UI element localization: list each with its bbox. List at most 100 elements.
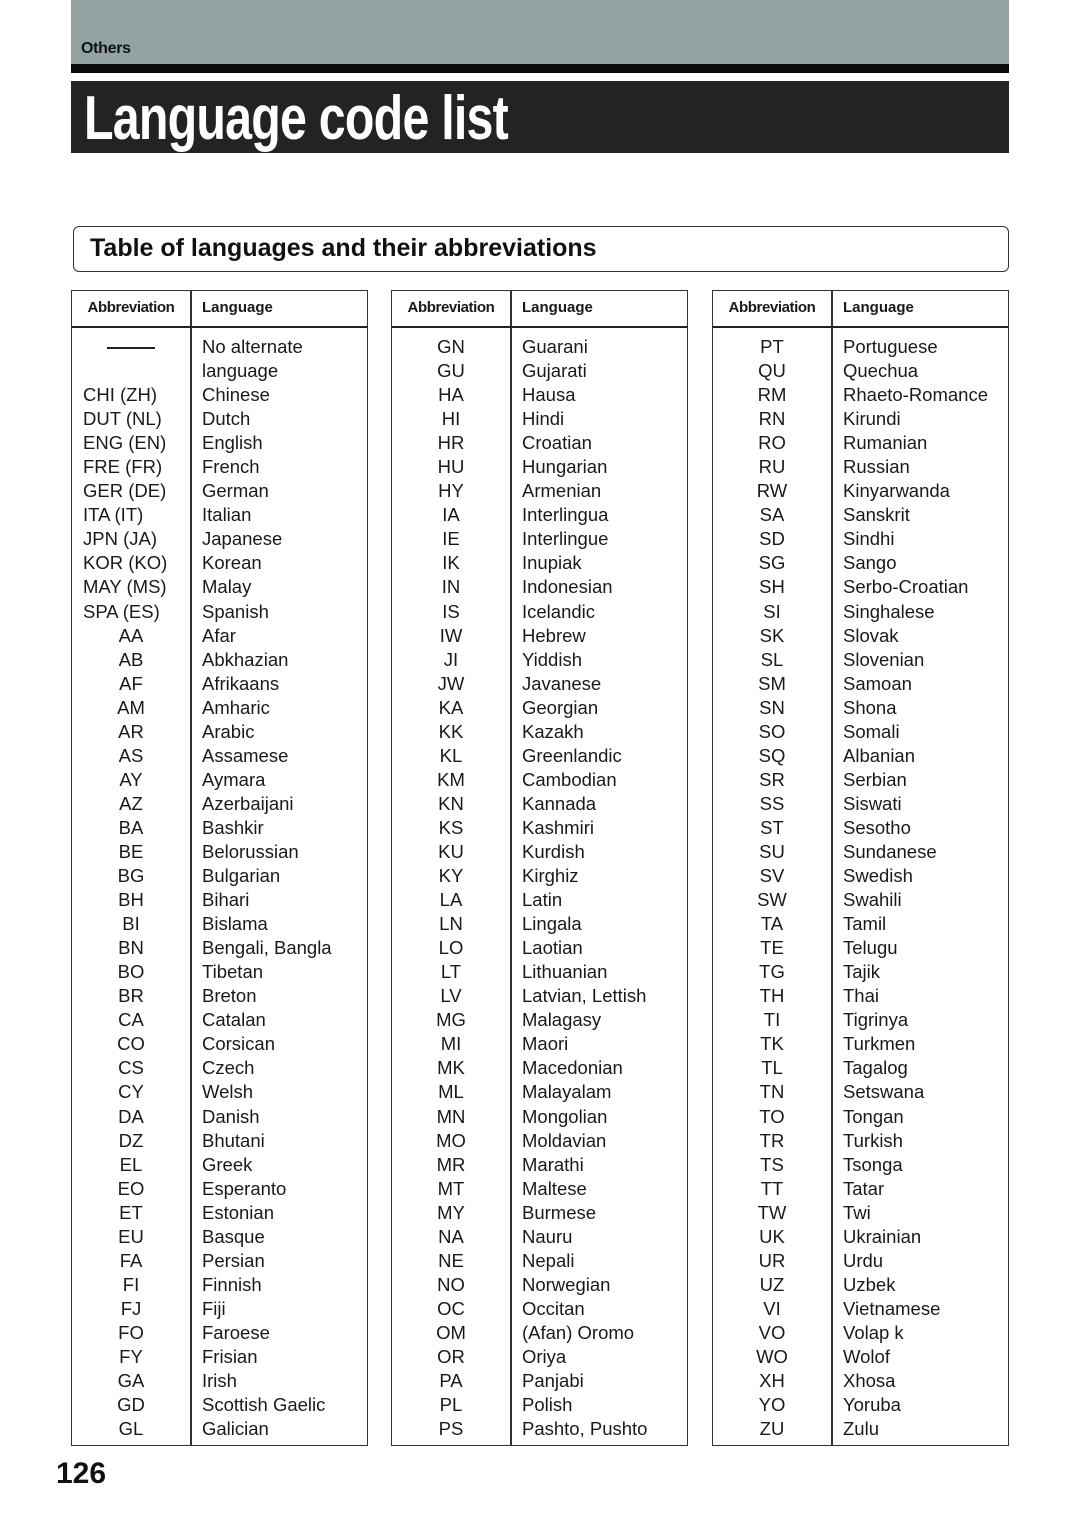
language-cell: Bulgarian: [202, 865, 281, 887]
table-row: KY Kirghiz: [392, 864, 687, 888]
abbreviation-cell: FO: [118, 1321, 144, 1343]
abbreviation-cell: SG: [758, 552, 786, 574]
table-row: UK Ukrainian: [713, 1225, 1008, 1249]
table-row: IK Inupiak: [392, 551, 687, 575]
language-cell: Bashkir: [202, 816, 264, 838]
language-cell: Oriya: [522, 1345, 567, 1367]
abbreviation-cell: ENG (EN): [83, 432, 167, 454]
language-cell: Sesotho: [843, 816, 911, 838]
abbreviation-cell: SW: [757, 889, 787, 911]
language-cell: Azerbaijani: [202, 792, 294, 814]
table-row: TE Telugu: [713, 936, 1008, 960]
abbreviation-cell: JI: [443, 648, 459, 670]
language-cell: Danish: [202, 1105, 260, 1127]
table-row: XH Xhosa: [713, 1369, 1008, 1393]
abbreviation-cell: TT: [760, 1177, 784, 1199]
table-row: TT Tatar: [713, 1177, 1008, 1201]
language-cell: Kirundi: [843, 408, 901, 430]
language-cell: Frisian: [202, 1345, 258, 1367]
language-cell: Rhaeto-Romance: [843, 384, 988, 406]
table-row: AF Afrikaans: [72, 672, 367, 696]
table-row: CHI (ZH) Chinese: [72, 383, 367, 407]
abbreviation-cell: SS: [759, 792, 785, 814]
language-cell: Kannada: [522, 792, 597, 814]
table-row: ET Estonian: [72, 1201, 367, 1225]
table-row: LO Laotian: [392, 936, 687, 960]
table-row: BI Bislama: [72, 912, 367, 936]
abbreviation-cell: PL: [439, 1394, 463, 1416]
abbreviation-cell: SD: [759, 528, 785, 550]
table-row: GL Galician: [72, 1417, 367, 1441]
table-row: EO Esperanto: [72, 1177, 367, 1201]
language-cell: Kashmiri: [522, 816, 594, 838]
table-row: KU Kurdish: [392, 840, 687, 864]
table-row: LV Latvian, Lettish: [392, 984, 687, 1008]
title-bar: Language code list: [71, 81, 1009, 153]
language-cell: Sanskrit: [843, 504, 910, 526]
language-cell: Panjabi: [522, 1370, 584, 1392]
abbreviation-cell: SV: [759, 865, 785, 887]
table-row: MR Marathi: [392, 1153, 687, 1177]
abbreviation-cell: SN: [759, 696, 785, 718]
abbreviation-cell: SK: [759, 624, 785, 646]
language-cell: Interlingua: [522, 504, 609, 526]
table-row: VI Vietnamese: [713, 1297, 1008, 1321]
abbreviation-cell: LA: [439, 889, 463, 911]
abbreviation-cell: TA: [760, 913, 784, 935]
language-table-2: Abbreviation Language GN Guarani GU Gujarat…: [391, 290, 688, 1446]
table-row: SA Sanskrit: [713, 503, 1008, 527]
language-cell: Tigrinya: [843, 1009, 909, 1031]
abbreviation-cell: HI: [441, 408, 461, 430]
language-cell: Setswana: [843, 1081, 925, 1103]
table-row: LT Lithuanian: [392, 960, 687, 984]
abbreviation-cell: CA: [118, 1009, 144, 1031]
abbreviation-cell: MT: [437, 1177, 465, 1199]
language-cell: Sindhi: [843, 528, 895, 550]
language-cell: Turkmen: [843, 1033, 916, 1055]
language-cell: Malayalam: [522, 1081, 612, 1103]
header-language: Language: [843, 299, 914, 316]
abbreviation-cell: GER (DE): [83, 480, 167, 502]
table-row: AM Amharic: [72, 696, 367, 720]
language-cell: Lithuanian: [522, 961, 608, 983]
table-row: BH Bihari: [72, 888, 367, 912]
table-row: SPA (ES) Spanish: [72, 600, 367, 624]
table-row: TW Twi: [713, 1201, 1008, 1225]
header-language: Language: [522, 299, 593, 316]
language-cell: Inupiak: [522, 552, 582, 574]
abbreviation-cell: DZ: [118, 1129, 144, 1151]
abbreviation-cell: AM: [117, 696, 145, 718]
table-row: AZ Azerbaijani: [72, 792, 367, 816]
abbreviation-cell: PT: [760, 336, 784, 357]
table-row: RN Kirundi: [713, 407, 1008, 431]
table-row: DA Danish: [72, 1105, 367, 1129]
abbreviation-cell: WO: [756, 1345, 788, 1367]
abbreviation-cell: FY: [119, 1345, 143, 1367]
language-cell: Bhutani: [202, 1129, 265, 1151]
abbreviation-cell: GN: [437, 336, 465, 357]
abbreviation-cell: KM: [437, 768, 465, 790]
language-cell: Armenian: [522, 480, 602, 502]
abbreviation-cell: AS: [118, 744, 144, 766]
abbreviation-cell: FJ: [120, 1297, 142, 1319]
language-cell: Gujarati: [522, 360, 587, 382]
table-row: SU Sundanese: [713, 840, 1008, 864]
table-row: IE Interlingue: [392, 527, 687, 551]
table-row: MN Mongolian: [392, 1105, 687, 1129]
abbreviation-cell: GU: [437, 360, 465, 382]
language-cell: Mongolian: [522, 1105, 608, 1127]
table-row: JPN (JA) Japanese: [72, 527, 367, 551]
abbreviation-cell: ML: [438, 1081, 464, 1103]
table-row: HA Hausa: [392, 383, 687, 407]
table-row: BE Belorussian: [72, 840, 367, 864]
abbreviation-cell: ST: [760, 816, 784, 838]
abbreviation-cell: TL: [761, 1057, 783, 1079]
language-cell: Occitan: [522, 1297, 585, 1319]
table-row: QU Quechua: [713, 359, 1008, 383]
abbreviation-cell: MN: [436, 1105, 466, 1127]
language-cell: Bislama: [202, 913, 268, 935]
table-row: SM Samoan: [713, 672, 1008, 696]
language-cell: Spanish: [202, 600, 269, 622]
language-cell: Assamese: [202, 744, 289, 766]
language-cell: Japanese: [202, 528, 283, 550]
